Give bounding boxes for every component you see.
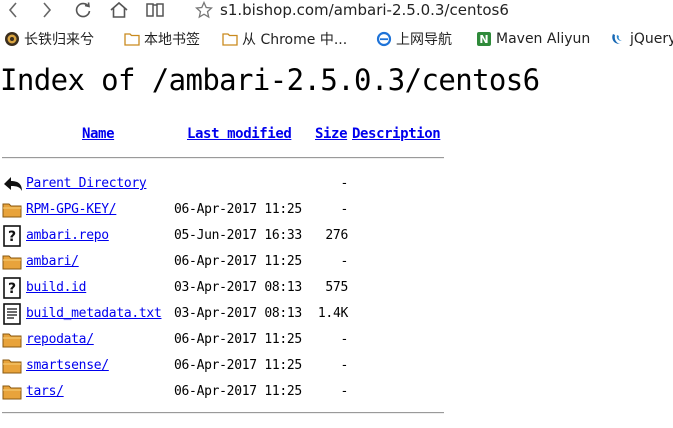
table-row: ? ambari.repo 05-Jun-2017 16:33 276 xyxy=(0,223,460,249)
text-file-icon xyxy=(2,303,22,325)
table-row: ? build.id 03-Apr-2017 08:13 575 xyxy=(0,275,460,301)
folder-icon xyxy=(2,199,22,221)
file-size: - xyxy=(340,202,348,217)
folder-icon xyxy=(2,251,22,273)
modified-date: 06-Apr-2017 11:25 xyxy=(174,202,302,217)
file-size: - xyxy=(340,332,348,347)
modified-date: 06-Apr-2017 11:25 xyxy=(174,384,302,399)
table-row: smartsense/ 06-Apr-2017 11:25 - xyxy=(0,353,460,379)
folder-icon xyxy=(2,329,22,351)
file-size: 1.4K xyxy=(317,306,348,321)
file-size: - xyxy=(340,358,348,373)
file-size: - xyxy=(340,384,348,399)
modified-date: 05-Jun-2017 16:33 xyxy=(174,228,302,243)
modified-date: 03-Apr-2017 08:13 xyxy=(174,280,302,295)
unknown-file-icon: ? xyxy=(2,225,22,247)
file-link[interactable]: ambari/ xyxy=(26,254,79,269)
file-size: 575 xyxy=(325,280,348,295)
sort-by-name-link[interactable]: Name xyxy=(82,126,115,142)
file-size: 276 xyxy=(325,228,348,243)
parent-directory-link[interactable]: Parent Directory xyxy=(26,176,147,191)
table-row: Parent Directory - xyxy=(0,171,460,197)
modified-date: 06-Apr-2017 11:25 xyxy=(174,332,302,347)
back-icon xyxy=(2,173,22,195)
file-link[interactable]: smartsense/ xyxy=(26,358,109,373)
sort-by-size-link[interactable]: Size xyxy=(315,126,348,142)
file-link[interactable]: tars/ xyxy=(26,384,64,399)
table-row: ambari/ 06-Apr-2017 11:25 - xyxy=(0,249,460,275)
folder-icon xyxy=(2,355,22,377)
file-size: - xyxy=(340,254,348,269)
sort-by-description-link[interactable]: Description xyxy=(352,126,441,142)
directory-listing: Name Last modified Size Description Pare… xyxy=(0,0,673,428)
file-size: - xyxy=(340,176,348,191)
folder-icon xyxy=(2,381,22,403)
divider xyxy=(2,157,444,159)
file-link[interactable]: repodata/ xyxy=(26,332,94,347)
file-link[interactable]: build_metadata.txt xyxy=(26,306,162,321)
file-link[interactable]: ambari.repo xyxy=(26,228,109,243)
svg-text:?: ? xyxy=(8,229,16,245)
modified-date: 03-Apr-2017 08:13 xyxy=(174,306,302,321)
divider xyxy=(2,412,444,414)
svg-text:?: ? xyxy=(8,281,16,297)
file-link[interactable]: build.id xyxy=(26,280,87,295)
table-row: tars/ 06-Apr-2017 11:25 - xyxy=(0,379,460,405)
modified-date: 06-Apr-2017 11:25 xyxy=(174,254,302,269)
modified-date: 06-Apr-2017 11:25 xyxy=(174,358,302,373)
table-row: build_metadata.txt 03-Apr-2017 08:13 1.4… xyxy=(0,301,460,327)
unknown-file-icon: ? xyxy=(2,277,22,299)
table-row: repodata/ 06-Apr-2017 11:25 - xyxy=(0,327,460,353)
file-link[interactable]: RPM-GPG-KEY/ xyxy=(26,202,117,217)
table-row: RPM-GPG-KEY/ 06-Apr-2017 11:25 - xyxy=(0,197,460,223)
sort-by-modified-link[interactable]: Last modified xyxy=(187,126,292,142)
